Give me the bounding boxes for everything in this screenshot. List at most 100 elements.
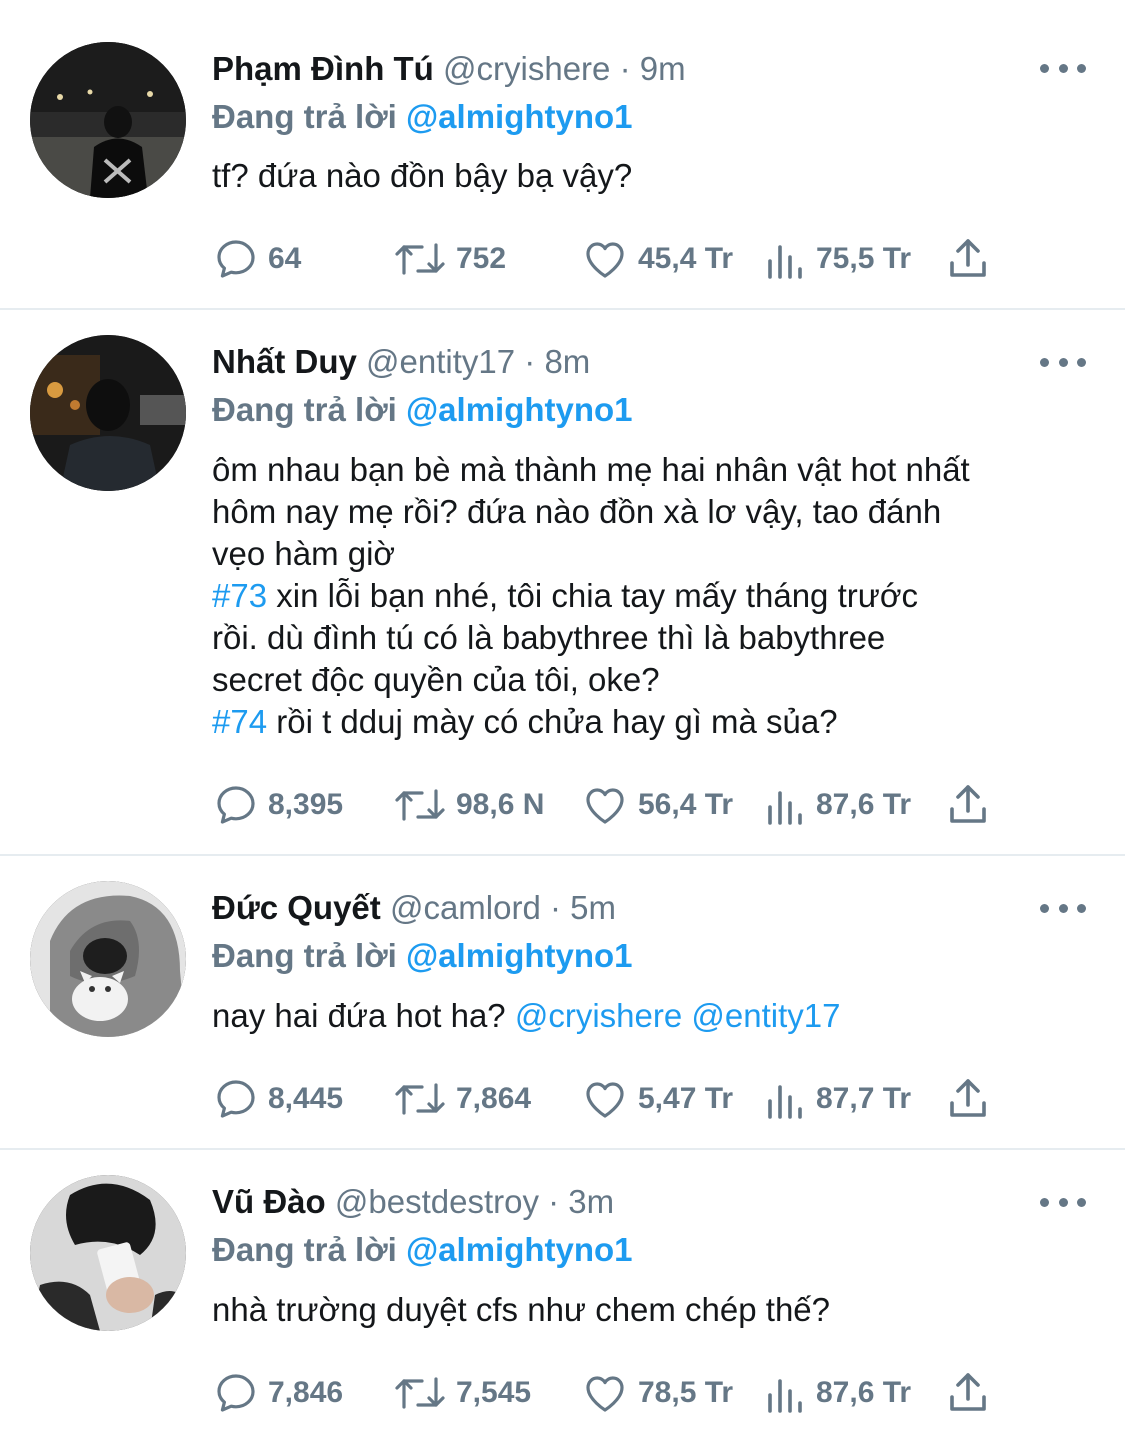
share-icon — [950, 239, 986, 277]
more-icon[interactable] — [1040, 898, 1086, 918]
user-handle[interactable]: @bestdestroy — [335, 1183, 539, 1220]
like-count: 56,4 Tr — [638, 788, 734, 821]
separator: · — [619, 50, 631, 87]
avatar[interactable] — [30, 881, 186, 1037]
retweet-button[interactable]: 98,6 N — [392, 780, 544, 830]
mention-link[interactable]: @cryishere — [515, 997, 682, 1034]
user-handle[interactable]: @camlord — [390, 889, 541, 926]
avatar[interactable] — [30, 42, 186, 198]
tweet-text-line: tf? đứa nào đồn bậy bạ vậy? — [212, 157, 633, 194]
tweet-text-line: rồi. dù đình tú có là babythree thì là b… — [212, 619, 886, 656]
tweet-header: Phạm Đình Tú @cryishere · 9m — [212, 49, 686, 89]
timestamp[interactable]: 5m — [570, 889, 616, 926]
retweet-count: 98,6 N — [456, 788, 545, 821]
tweet-actions: 8,395 98,6 N 56,4 Tr 87,6 Tr — [212, 780, 1092, 830]
reply-button[interactable]: 8,395 — [212, 780, 343, 830]
hashtag-link[interactable]: #74 — [212, 703, 267, 740]
views-button[interactable]: 75,5 Tr — [764, 234, 911, 284]
like-button[interactable]: 45,4 Tr — [580, 234, 733, 284]
like-count: 5,47 Tr — [638, 1082, 734, 1115]
timestamp[interactable]: 9m — [640, 50, 686, 87]
share-icon — [950, 785, 986, 823]
tweet-text-line: nay hai đứa hot ha? @cryishere @entity17 — [212, 995, 1092, 1037]
tweet-text-line: #74 rồi t dduj mày có chửa hay gì mà sủa… — [212, 701, 1092, 743]
like-button[interactable]: 56,4 Tr — [580, 780, 733, 830]
timestamp[interactable]: 8m — [544, 343, 590, 380]
mention-link[interactable]: @entity17 — [691, 997, 840, 1034]
views-count: 87,6 Tr — [816, 788, 912, 821]
replying-to-label: Đang trả lời — [212, 98, 397, 135]
retweet-button[interactable]: 752 — [392, 234, 506, 284]
replying-to-mention[interactable]: @almightyno1 — [406, 1231, 633, 1268]
tweet-header: Vũ Đào @bestdestroy · 3m — [212, 1182, 614, 1222]
replying-to-mention[interactable]: @almightyno1 — [406, 937, 633, 974]
replying-to-mention[interactable]: @almightyno1 — [406, 391, 633, 428]
display-name[interactable]: Nhất Duy — [212, 343, 357, 380]
replying-to-mention[interactable]: @almightyno1 — [406, 98, 633, 135]
reply-button[interactable]: 64 — [212, 234, 301, 284]
share-button[interactable] — [944, 1368, 992, 1418]
reply-icon — [217, 786, 255, 824]
like-button[interactable]: 5,47 Tr — [580, 1074, 733, 1124]
share-button[interactable] — [944, 234, 992, 284]
tweet-text-line: vẹo hàm giờ — [212, 535, 396, 572]
avatar-photo — [30, 881, 186, 1037]
divider — [0, 854, 1125, 856]
views-icon — [768, 245, 802, 279]
tweet-text-line: nhà trường duyệt cfs như chem chép thế? — [212, 1291, 831, 1328]
heart-icon — [586, 1082, 624, 1118]
retweet-button[interactable]: 7,545 — [392, 1368, 531, 1418]
retweet-button[interactable]: 7,864 — [392, 1074, 531, 1124]
tweet-actions: 64 752 45,4 Tr 75,5 Tr — [212, 234, 1092, 284]
tweet-text-line: #73 xin lỗi bạn nhé, tôi chia tay mấy th… — [212, 575, 1092, 617]
tweet-actions: 8,445 7,864 5,47 Tr 87,7 Tr — [212, 1074, 1092, 1124]
tweet-text: ôm nhau bạn bè mà thành mẹ hai nhân vật … — [212, 449, 1092, 743]
tweet-actions: 7,846 7,545 78,5 Tr 87,6 Tr — [212, 1368, 1092, 1418]
heart-icon — [586, 1376, 624, 1412]
display-name[interactable]: Vũ Đào — [212, 1183, 326, 1220]
tweet-text-fragment: nay hai đứa hot ha? — [212, 997, 515, 1034]
user-handle[interactable]: @cryishere — [443, 50, 610, 87]
user-handle[interactable]: @entity17 — [366, 343, 515, 380]
reply-count: 7,846 — [268, 1376, 344, 1409]
share-button[interactable] — [944, 1074, 992, 1124]
views-icon — [768, 1379, 802, 1413]
more-icon[interactable] — [1040, 352, 1086, 372]
retweet-count: 7,864 — [456, 1082, 532, 1115]
avatar-photo — [30, 42, 186, 198]
separator: · — [548, 1183, 560, 1220]
retweet-icon — [395, 789, 445, 821]
reply-button[interactable]: 7,846 — [212, 1368, 343, 1418]
timestamp[interactable]: 3m — [568, 1183, 614, 1220]
tweet-header: Nhất Duy @entity17 · 8m — [212, 342, 590, 382]
views-icon — [768, 1085, 802, 1119]
display-name[interactable]: Đức Quyết — [212, 889, 381, 926]
reply-button[interactable]: 8,445 — [212, 1074, 343, 1124]
reply-count: 64 — [268, 242, 302, 275]
retweet-icon — [395, 1083, 445, 1115]
reply-count: 8,395 — [268, 788, 344, 821]
tweet-text-line: ôm nhau bạn bè mà thành mẹ hai nhân vật … — [212, 451, 970, 488]
reply-icon — [217, 1080, 255, 1118]
views-button[interactable]: 87,7 Tr — [764, 1074, 911, 1124]
tweet-text-fragment: rồi t dduj mày có chửa hay gì mà sủa? — [267, 703, 838, 740]
views-button[interactable]: 87,6 Tr — [764, 1368, 911, 1418]
reply-icon — [217, 1374, 255, 1412]
tweet-text: nhà trường duyệt cfs như chem chép thế? — [212, 1289, 1092, 1331]
display-name[interactable]: Phạm Đình Tú — [212, 50, 434, 87]
avatar[interactable] — [30, 335, 186, 491]
views-count: 87,6 Tr — [816, 1376, 912, 1409]
hashtag-link[interactable]: #73 — [212, 577, 267, 614]
separator: · — [550, 889, 561, 926]
tweet-header: Đức Quyết @camlord · 5m — [212, 888, 616, 928]
avatar[interactable] — [30, 1175, 186, 1331]
views-button[interactable]: 87,6 Tr — [764, 780, 911, 830]
more-icon[interactable] — [1040, 58, 1086, 78]
retweet-icon — [395, 1377, 445, 1409]
tweet-text-line: secret độc quyền của tôi, oke? — [212, 661, 660, 698]
more-icon[interactable] — [1040, 1192, 1086, 1212]
replying-to: Đang trả lời @almightyno1 — [212, 390, 633, 430]
share-button[interactable] — [944, 780, 992, 830]
like-button[interactable]: 78,5 Tr — [580, 1368, 733, 1418]
heart-icon — [586, 788, 624, 824]
